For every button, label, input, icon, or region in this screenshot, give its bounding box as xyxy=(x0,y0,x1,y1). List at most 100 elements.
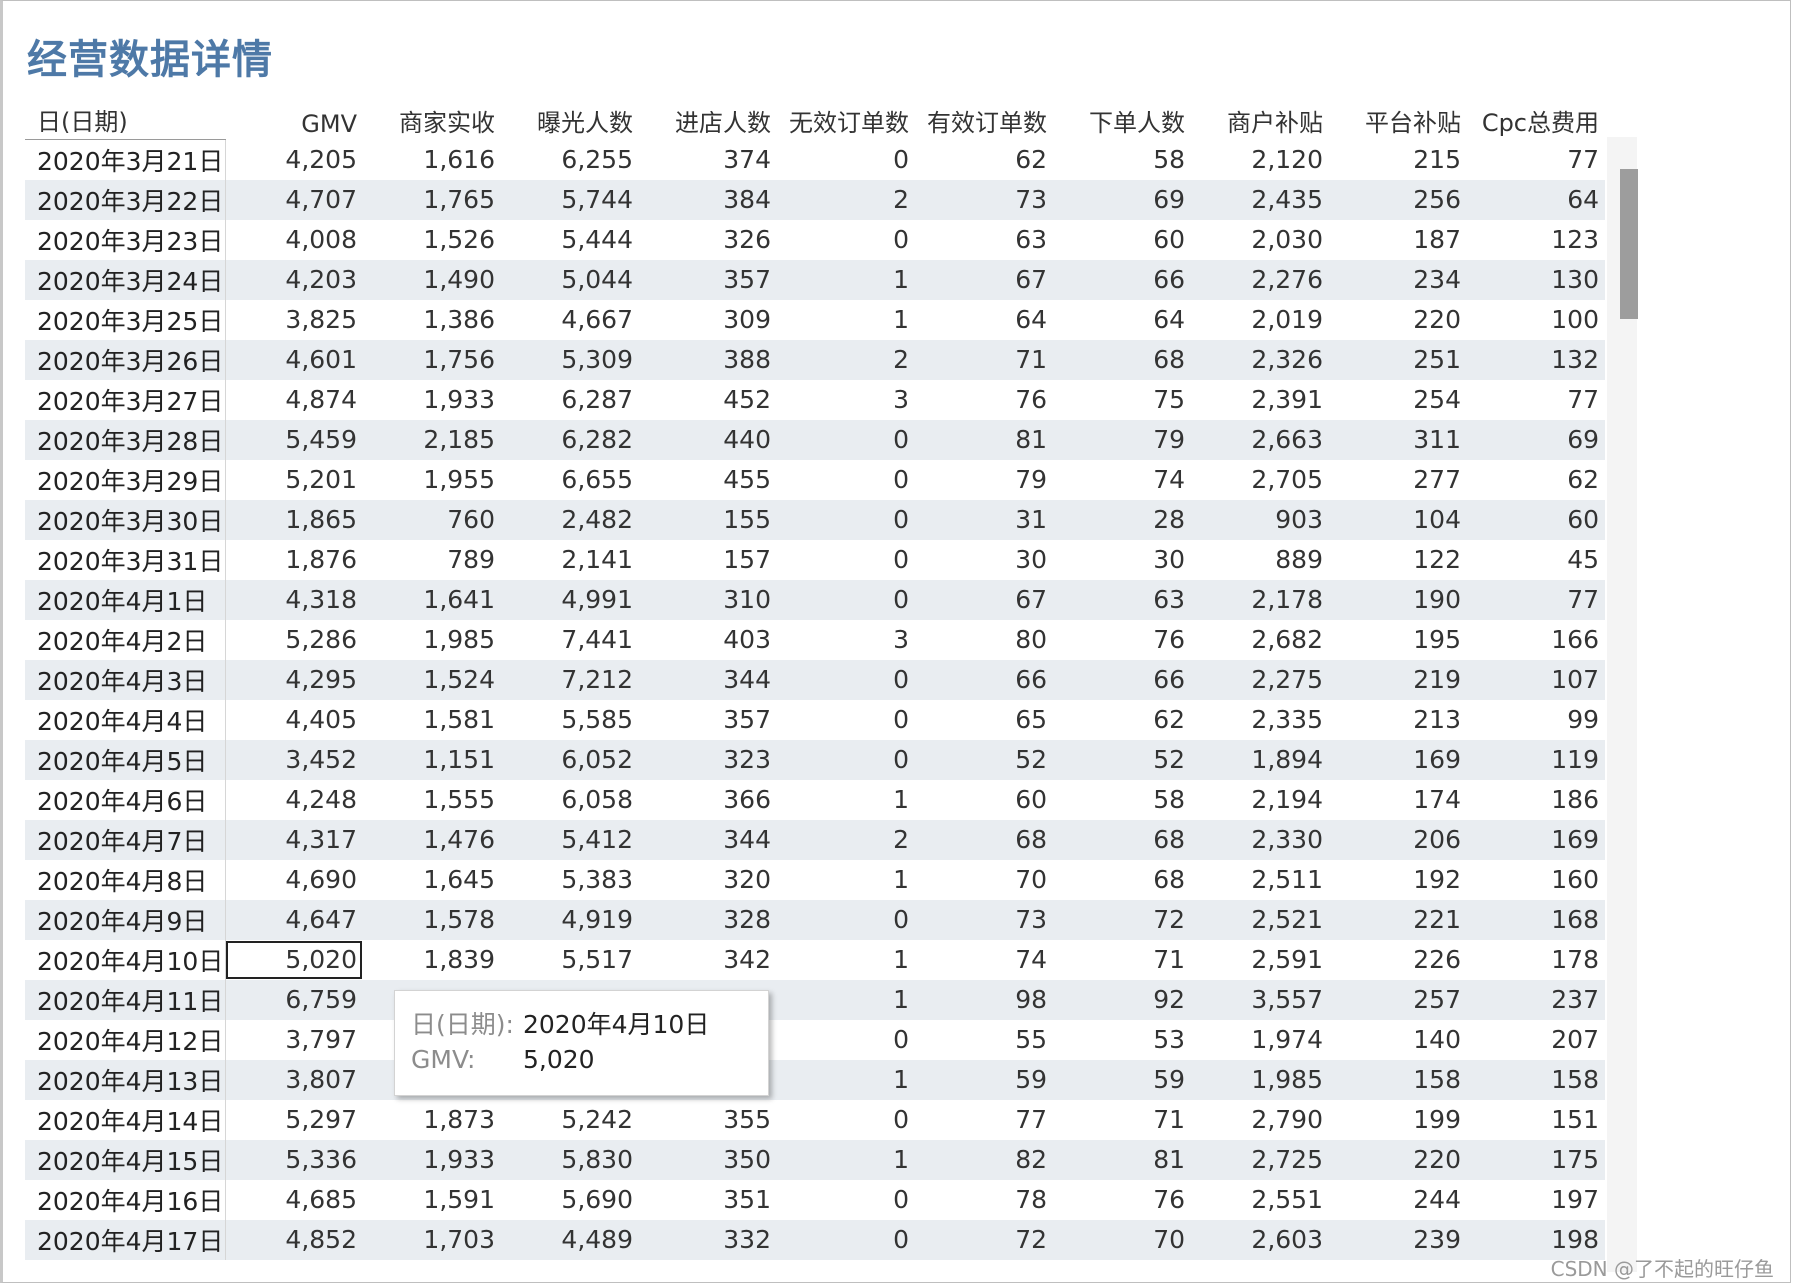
date-cell[interactable]: 2020年4月6日 xyxy=(25,779,226,820)
date-cell[interactable]: 2020年4月7日 xyxy=(25,819,226,860)
value-cell[interactable]: 1,756 xyxy=(363,339,501,380)
value-cell[interactable]: 62 xyxy=(1467,459,1605,500)
table-row[interactable]: 2020年3月28日 5,459 2,185 6,282 440 0 81 79 2,663 31… xyxy=(25,419,1605,460)
value-cell[interactable]: 59 xyxy=(1053,1059,1191,1100)
value-cell[interactable]: 1,876 xyxy=(225,539,363,580)
value-cell[interactable]: 1,616 xyxy=(363,139,501,180)
table-row[interactable]: 2020年4月17日 4,852 1,703 4,489 332 0 72 70 2,603 23… xyxy=(25,1219,1605,1260)
value-cell[interactable]: 45 xyxy=(1467,539,1605,580)
value-cell[interactable]: 2,511 xyxy=(1191,859,1329,900)
value-cell[interactable]: 62 xyxy=(915,139,1053,180)
value-cell[interactable]: 0 xyxy=(777,219,915,260)
value-cell[interactable]: 122 xyxy=(1329,539,1467,580)
value-cell[interactable]: 78 xyxy=(915,1179,1053,1220)
column-header[interactable]: 有效订单数 xyxy=(915,93,1053,140)
value-cell[interactable]: 1,933 xyxy=(363,379,501,420)
value-cell[interactable]: 77 xyxy=(1467,139,1605,180)
column-header[interactable]: GMV xyxy=(225,93,363,140)
value-cell[interactable]: 160 xyxy=(1467,859,1605,900)
value-cell[interactable]: 4,685 xyxy=(225,1179,363,1220)
value-cell[interactable]: 65 xyxy=(915,699,1053,740)
date-cell[interactable]: 2020年3月25日 xyxy=(25,299,226,340)
value-cell[interactable]: 374 xyxy=(639,139,777,180)
value-cell[interactable]: 2,275 xyxy=(1191,659,1329,700)
value-cell[interactable]: 6,052 xyxy=(501,739,639,780)
value-cell[interactable]: 2 xyxy=(777,339,915,380)
value-cell[interactable]: 2,603 xyxy=(1191,1219,1329,1260)
value-cell[interactable]: 351 xyxy=(639,1179,777,1220)
value-cell[interactable]: 344 xyxy=(639,819,777,860)
date-cell[interactable]: 2020年4月5日 xyxy=(25,739,226,780)
value-cell[interactable]: 310 xyxy=(639,579,777,620)
value-cell[interactable]: 5,201 xyxy=(225,459,363,500)
value-cell[interactable]: 52 xyxy=(1053,739,1191,780)
value-cell[interactable]: 219 xyxy=(1329,659,1467,700)
value-cell[interactable]: 342 xyxy=(639,939,777,980)
value-cell[interactable]: 7,212 xyxy=(501,659,639,700)
value-cell[interactable]: 52 xyxy=(915,739,1053,780)
date-cell[interactable]: 2020年3月22日 xyxy=(25,179,226,220)
value-cell[interactable]: 67 xyxy=(915,259,1053,300)
value-cell[interactable]: 0 xyxy=(777,419,915,460)
value-cell[interactable]: 357 xyxy=(639,259,777,300)
value-cell[interactable]: 1,555 xyxy=(363,779,501,820)
value-cell[interactable]: 66 xyxy=(1053,659,1191,700)
table-row[interactable]: 2020年4月8日 4,690 1,645 5,383 320 1 70 68 2,511 192… xyxy=(25,859,1605,900)
value-cell[interactable]: 1,578 xyxy=(363,899,501,940)
value-cell[interactable]: 76 xyxy=(1053,619,1191,660)
value-cell[interactable]: 4,601 xyxy=(225,339,363,380)
value-cell[interactable]: 123 xyxy=(1467,219,1605,260)
value-cell[interactable]: 6,255 xyxy=(501,139,639,180)
value-cell[interactable]: 5,830 xyxy=(501,1139,639,1180)
value-cell[interactable]: 5,286 xyxy=(225,619,363,660)
value-cell[interactable]: 2,705 xyxy=(1191,459,1329,500)
value-cell[interactable]: 2 xyxy=(777,819,915,860)
date-cell[interactable]: 2020年4月15日 xyxy=(25,1139,226,1180)
value-cell[interactable]: 2 xyxy=(777,179,915,220)
table-row[interactable]: 2020年3月29日 5,201 1,955 6,655 455 0 79 74 2,705 27… xyxy=(25,459,1605,500)
date-cell[interactable]: 2020年4月14日 xyxy=(25,1099,226,1140)
value-cell[interactable]: 4,647 xyxy=(225,899,363,940)
value-cell[interactable]: 58 xyxy=(1053,139,1191,180)
value-cell[interactable]: 2,185 xyxy=(363,419,501,460)
value-cell[interactable]: 190 xyxy=(1329,579,1467,620)
value-cell[interactable]: 4,919 xyxy=(501,899,639,940)
value-cell[interactable]: 1,974 xyxy=(1191,1019,1329,1060)
date-cell[interactable]: 2020年3月27日 xyxy=(25,379,226,420)
value-cell[interactable]: 1 xyxy=(777,779,915,820)
value-cell[interactable]: 309 xyxy=(639,299,777,340)
value-cell[interactable]: 80 xyxy=(915,619,1053,660)
value-cell[interactable]: 74 xyxy=(1053,459,1191,500)
value-cell[interactable]: 169 xyxy=(1467,819,1605,860)
value-cell[interactable]: 104 xyxy=(1329,499,1467,540)
value-cell[interactable]: 0 xyxy=(777,499,915,540)
value-cell[interactable]: 71 xyxy=(1053,1099,1191,1140)
date-cell[interactable]: 2020年4月9日 xyxy=(25,899,226,940)
value-cell[interactable]: 1,591 xyxy=(363,1179,501,1220)
value-cell[interactable]: 1 xyxy=(777,939,915,980)
value-cell[interactable]: 158 xyxy=(1467,1059,1605,1100)
value-cell[interactable]: 3,557 xyxy=(1191,979,1329,1020)
value-cell[interactable]: 1 xyxy=(777,259,915,300)
value-cell[interactable]: 5,744 xyxy=(501,179,639,220)
value-cell[interactable]: 0 xyxy=(777,539,915,580)
value-cell[interactable]: 2,276 xyxy=(1191,259,1329,300)
date-cell[interactable]: 2020年3月29日 xyxy=(25,459,226,500)
value-cell[interactable]: 3,797 xyxy=(225,1019,363,1060)
value-cell[interactable]: 2,335 xyxy=(1191,699,1329,740)
value-cell[interactable]: 903 xyxy=(1191,499,1329,540)
value-cell[interactable]: 28 xyxy=(1053,499,1191,540)
value-cell[interactable]: 64 xyxy=(1467,179,1605,220)
value-cell[interactable]: 192 xyxy=(1329,859,1467,900)
column-header[interactable]: 进店人数 xyxy=(639,93,777,140)
value-cell[interactable]: 69 xyxy=(1467,419,1605,460)
value-cell[interactable]: 332 xyxy=(639,1219,777,1260)
value-cell[interactable]: 5,517 xyxy=(501,939,639,980)
value-cell[interactable]: 1,524 xyxy=(363,659,501,700)
table-row[interactable]: 2020年4月4日 4,405 1,581 5,585 357 0 65 62 2,335 213… xyxy=(25,699,1605,740)
value-cell[interactable]: 55 xyxy=(915,1019,1053,1060)
value-cell[interactable]: 1,865 xyxy=(225,499,363,540)
table-row[interactable]: 2020年4月14日 5,297 1,873 5,242 355 0 77 71 2,790 19… xyxy=(25,1099,1605,1140)
value-cell[interactable]: 77 xyxy=(915,1099,1053,1140)
value-cell[interactable]: 0 xyxy=(777,1179,915,1220)
